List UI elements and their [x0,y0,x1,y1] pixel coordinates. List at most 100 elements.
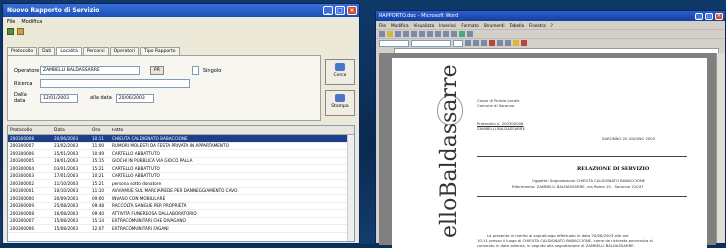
cut-icon[interactable] [419,31,425,37]
ricerca-field[interactable] [40,79,190,88]
subject-line: Oggetto: Segnalazione CHIEUTA CALDIGNATO… [532,178,646,183]
header-protocollo[interactable]: Protocollo [8,128,54,133]
cell-data: 15/08/2003 [54,218,79,224]
word-menu-item[interactable]: Tabella [509,23,524,28]
cell-ora: 15:21 [92,180,105,186]
table-row[interactable]: 200300000 20/09/2003 09:00 INVASO CON MOBIL… [8,195,354,203]
word-menu-item[interactable]: Strumenti [484,23,505,28]
new-icon[interactable] [7,28,14,35]
document-area[interactable]: elloBaldassarre Corpo di Polizia Locale … [379,53,716,248]
tab-tipo-rapporto[interactable]: Tipo Rapporto [139,47,180,55]
new-document-icon[interactable] [379,31,385,37]
size-select[interactable] [453,39,463,47]
table-row[interactable]: 200300001 10/10/2003 11:10 AVVIAMUE SUL MAR… [8,188,354,195]
word-menu-item[interactable]: File [379,23,386,28]
align-right-icon[interactable] [505,40,511,46]
align-left-icon[interactable] [489,40,495,46]
table-row[interactable]: 200300007 23/02/2003 11:00 RUMORI MOLESTI D… [8,143,354,150]
menu-item-modifica[interactable]: Modifica [21,19,42,25]
tab-localita[interactable]: Località [56,47,82,55]
alla-data-field[interactable]: 20/06/2003 [115,93,154,103]
results-grid: Protocollo Data Ora Fatto 200300008 20/06… [7,125,355,242]
table-row[interactable]: 200300004 03/01/2003 15:21 CARTELLO ABBATTU… [8,165,354,173]
maximize-icon[interactable]: □ [705,12,713,20]
word-window: RAPPORTO.doc - Microsoft Word _ □ × File… [375,10,726,248]
preview-icon[interactable] [411,31,417,37]
grid-scrollbar[interactable] [347,135,354,241]
minimize-icon[interactable]: _ [695,12,703,20]
word-menu-item[interactable]: Modifica [391,23,409,28]
print-button[interactable]: Stampa [325,90,355,116]
word-menu-item[interactable]: Visualizza [414,23,435,28]
tab-operatori[interactable]: Operatori [109,47,139,55]
word-menu-item[interactable]: Inserisci [439,23,456,28]
font-color-icon[interactable] [521,40,527,46]
toolbar [3,26,359,37]
table-row[interactable]: 200300007 15/08/2003 15:14 EXTRACOMUNITARI … [8,218,354,225]
cell-fatto: CARTELLO ABBATTUTO [112,173,160,179]
word-menu-item[interactable]: Finestra [529,23,546,28]
bold-icon[interactable] [465,40,471,46]
save-icon[interactable] [395,31,401,37]
cell-protocollo: 200300005 [10,158,34,164]
underline-icon[interactable] [481,40,487,46]
vertical-signature: elloBaldassarre [437,64,462,238]
table-row[interactable]: 200300002 11/10/2003 15:21 persona sotto do… [8,180,354,188]
cell-ora: 09:00 [92,195,105,201]
dalla-data-label: Dalla data [14,92,27,104]
tab-strip: Protocollo Dati Località Percorsi Operat… [7,47,180,55]
search-icon [335,63,345,71]
document-page[interactable]: elloBaldassarre Corpo di Polizia Locale … [392,58,707,248]
copy-icon[interactable] [427,31,433,37]
paste-icon[interactable] [435,31,441,37]
table-row[interactable]: 200300003 17/01/2003 10:21 CARTELLO ABBATTU… [8,173,354,180]
highlight-icon[interactable] [513,40,519,46]
word-menu-item[interactable]: ? [551,23,553,28]
font-select[interactable] [411,39,451,47]
tab-protocollo[interactable]: Protocollo [7,47,38,55]
cell-ora: 15:15 [92,158,105,164]
table-row[interactable]: 200300006 15/01/2003 10:49 CARTELLO ABBATTU… [8,150,354,158]
table-row[interactable]: 200300006 15/08/2003 12:07 EXTRACOMUNITARI … [8,225,354,233]
table-row[interactable]: 200300009 25/08/2003 09:48 RACCOLTA SANGUE … [8,203,354,210]
tab-percorsi[interactable]: Percorsi [82,47,109,55]
open-icon[interactable] [387,31,393,37]
dalla-data-field[interactable]: 12/01/2003 [40,93,78,103]
cell-ora: 11:00 [92,143,105,149]
print-icon[interactable] [403,31,409,37]
header-fatto[interactable]: Fatto [112,128,354,133]
redo-icon[interactable] [451,31,457,37]
word-menu-item[interactable]: Formato [461,23,478,28]
close-icon[interactable]: × [347,6,357,15]
search-button[interactable]: Cerca [325,59,355,85]
undo-icon[interactable] [443,31,449,37]
close-icon[interactable]: × [715,12,723,20]
zoom-icon[interactable] [467,31,473,37]
operatore-lookup-button[interactable]: PR [150,66,164,75]
subject-line: Riferimento: ZAMBELLI BALDASSARRE, via R… [512,184,644,189]
align-center-icon[interactable] [497,40,503,46]
word-titlebar[interactable]: RAPPORTO.doc - Microsoft Word _ □ × [376,11,725,21]
menu-item-file[interactable]: File [7,19,15,25]
document-scrollbar[interactable] [716,53,725,243]
table-icon[interactable] [459,31,465,37]
singolo-checkbox[interactable] [191,66,199,75]
cell-ora: 10:49 [92,150,105,156]
tab-dati[interactable]: Dati [38,47,56,55]
cell-ora: 11:10 [92,188,105,194]
table-row[interactable]: 200300008 20/06/2003 10:11 CHIEUTA CALDIGNA… [8,135,354,143]
header-data[interactable]: Data [54,128,92,133]
cell-data: 25/08/2003 [54,203,79,209]
maximize-icon[interactable]: □ [335,6,345,15]
cell-data: 16/08/2003 [54,210,79,216]
minimize-icon[interactable]: _ [323,6,333,15]
header-ora[interactable]: Ora [92,128,112,133]
cell-data: 11/10/2003 [54,180,79,186]
table-row[interactable]: 200300005 19/01/2003 15:15 GIOCHI IN PUBBLI… [8,158,354,165]
report-window-titlebar[interactable]: Nuovo Rapporto di Servizio _ □ × [3,4,359,17]
operatore-field[interactable]: ZAMBELLI BALDASSARRE [40,66,140,75]
table-row[interactable]: 200300008 16/08/2003 09:40 ATTIVITÀ FUNEREO… [8,210,354,218]
style-select[interactable] [379,39,409,47]
italic-icon[interactable] [473,40,479,46]
folder-icon[interactable] [17,28,24,35]
